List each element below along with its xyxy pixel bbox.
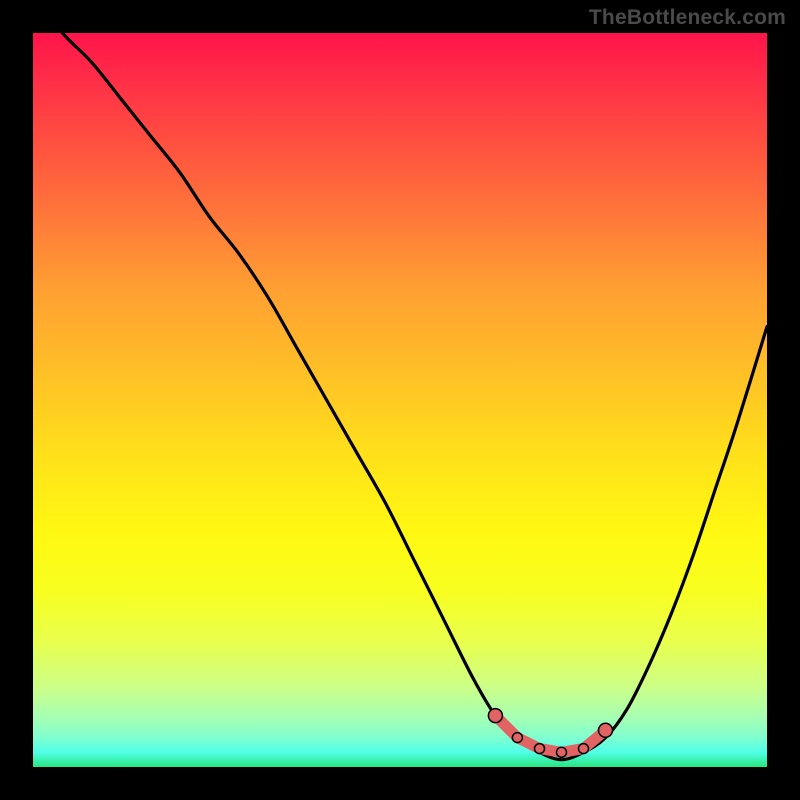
watermark: TheBottleneck.com <box>589 6 786 30</box>
valley-marker <box>488 709 502 723</box>
valley-marker <box>557 747 567 757</box>
plot-area <box>33 33 767 767</box>
valley-marker <box>599 723 613 737</box>
chart-frame: TheBottleneck.com <box>0 0 800 800</box>
valley-marker <box>535 744 545 754</box>
valley-marker <box>512 733 522 743</box>
bottleneck-curve <box>33 33 767 760</box>
valley-connector <box>495 716 605 753</box>
highlight-markers <box>488 709 612 758</box>
valley-marker <box>579 744 589 754</box>
bottleneck-curve-svg <box>33 33 767 767</box>
